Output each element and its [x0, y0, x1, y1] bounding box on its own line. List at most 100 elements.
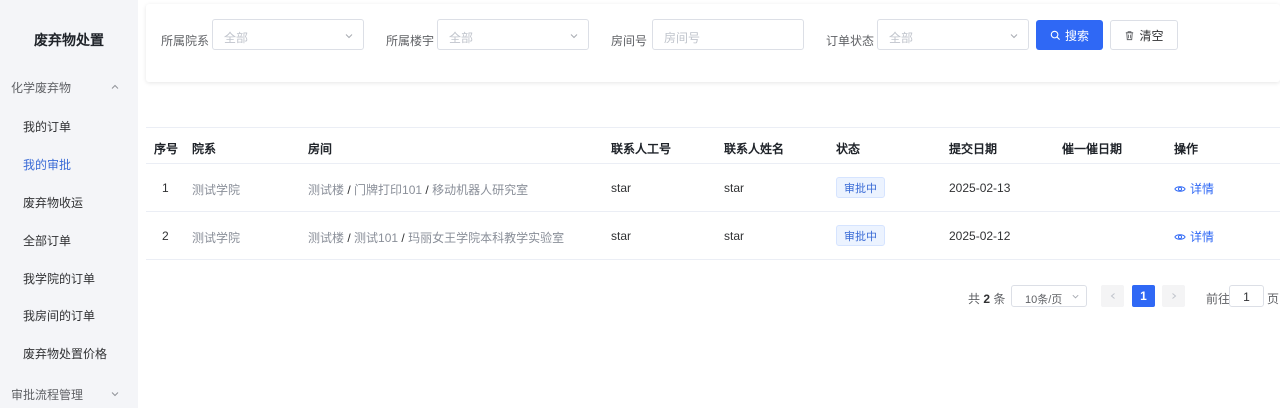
sidebar-item-label: 全部订单 — [23, 233, 72, 248]
room-building: 测试楼 — [308, 183, 345, 197]
chevron-up-icon — [111, 84, 119, 89]
chevron-down-icon — [1010, 34, 1018, 39]
sidebar-item-all-orders[interactable]: 全部订单 — [0, 228, 138, 252]
goto-suffix: 页 — [1267, 292, 1280, 306]
sidebar-title: 废弃物处置 — [34, 32, 104, 48]
pagination-total: 共 2 条 — [968, 290, 1005, 307]
column-header: 院系 — [192, 142, 217, 156]
sidebar-item-my-approvals[interactable]: 我的审批 — [0, 152, 138, 176]
sidebar-item-label: 废弃物处置价格 — [23, 346, 108, 361]
table-row: 1 测试学院 测试楼 / 门牌打印101 / 移动机器人研究室 star sta… — [146, 164, 1280, 212]
column-header: 序号 — [154, 142, 179, 156]
row-index: 2 — [162, 229, 169, 243]
sidebar-item-label: 废弃物收运 — [23, 195, 84, 210]
status-label: 订单状态 — [826, 34, 875, 48]
clear-button[interactable]: 清空 — [1110, 20, 1178, 50]
room-separator: / — [401, 231, 405, 245]
column-header: 提交日期 — [949, 142, 998, 156]
column-header: 联系人姓名 — [724, 142, 785, 156]
room-label: 房间号 — [611, 34, 648, 48]
room-name: 移动机器人研究室 — [432, 183, 529, 197]
sidebar-item-room-orders[interactable]: 我房间的订单 — [0, 303, 138, 327]
status-select[interactable]: 全部 — [877, 19, 1029, 50]
row-room: 测试楼 / 测试101 / 玛丽女王学院本科教学实验室 — [308, 229, 564, 246]
row-submit-date: 2025-02-12 — [949, 229, 1011, 243]
eye-icon — [1174, 233, 1186, 240]
column-header: 状态 — [836, 142, 861, 156]
sidebar-item-college-orders[interactable]: 我学院的订单 — [0, 266, 138, 290]
clear-button-label: 清空 — [1139, 28, 1164, 43]
row-index: 1 — [162, 181, 169, 195]
row-contact-name: star — [724, 181, 745, 195]
row-contact-name: star — [724, 229, 745, 243]
room-input[interactable]: 房间号 — [652, 19, 804, 50]
filter-card: 所属院系 全部 所属楼宇 全部 房间号 房间号 订单状态 全部 搜索 清空 — [146, 4, 1280, 82]
menu-group-label: 审批流程管理 — [11, 387, 84, 402]
detail-link-label: 详情 — [1190, 182, 1215, 196]
goto-page-input[interactable]: 1 — [1229, 285, 1264, 307]
sidebar-item-label: 我的审批 — [23, 157, 72, 172]
page-number-current[interactable]: 1 — [1132, 285, 1155, 307]
room-separator: / — [347, 183, 351, 197]
search-button-label: 搜索 — [1064, 28, 1089, 43]
chevron-down-icon — [111, 392, 119, 397]
room-floor: 门牌打印101 — [354, 183, 423, 197]
room-name: 玛丽女王学院本科教学实验室 — [408, 231, 565, 245]
detail-link[interactable]: 详情 — [1174, 228, 1214, 245]
chevron-left-icon — [1110, 293, 1115, 299]
row-submit-date: 2025-02-13 — [949, 181, 1011, 195]
page-size-value: 10条/页 — [1025, 294, 1063, 306]
sidebar-item-waste-collection[interactable]: 废弃物收运 — [0, 190, 138, 214]
row-department: 测试学院 — [192, 231, 241, 245]
total-count: 2 — [983, 292, 991, 306]
room-separator: / — [347, 231, 351, 245]
eye-icon — [1174, 185, 1186, 192]
chevron-right-icon — [1171, 293, 1176, 299]
goto-label: 前往 — [1206, 292, 1231, 306]
table-header: 序号 院系 房间 联系人工号 联系人姓名 状态 提交日期 催一催日期 操作 — [146, 127, 1280, 164]
page-size-select[interactable]: 10条/页 — [1011, 285, 1087, 307]
status-badge: 审批中 — [836, 177, 885, 198]
detail-link[interactable]: 详情 — [1174, 180, 1214, 197]
menu-group-label: 化学废弃物 — [11, 80, 72, 95]
menu-group-approval-flow[interactable]: 审批流程管理 — [0, 382, 138, 406]
column-header: 房间 — [308, 142, 333, 156]
table-row: 2 测试学院 测试楼 / 测试101 / 玛丽女王学院本科教学实验室 star … — [146, 212, 1280, 260]
status-badge: 审批中 — [836, 225, 885, 246]
sidebar-item-my-orders[interactable]: 我的订单 — [0, 114, 138, 138]
total-prefix: 共 — [968, 292, 981, 306]
chevron-down-icon — [570, 34, 578, 39]
column-header: 操作 — [1174, 142, 1199, 156]
search-button[interactable]: 搜索 — [1036, 20, 1103, 50]
main-content: 所属院系 全部 所属楼宇 全部 房间号 房间号 订单状态 全部 搜索 清空 序号… — [138, 0, 1280, 408]
building-select[interactable]: 全部 — [437, 19, 589, 50]
department-placeholder: 全部 — [224, 31, 249, 45]
building-label: 所属楼宇 — [386, 34, 435, 48]
sidebar: 废弃物处置 化学废弃物 我的订单 我的审批 废弃物收运 全部订单 我学院的订单 … — [0, 0, 138, 408]
detail-link-label: 详情 — [1190, 230, 1215, 244]
menu-group-chemical-waste[interactable]: 化学废弃物 — [0, 75, 138, 99]
column-header: 催一催日期 — [1062, 142, 1123, 156]
department-label: 所属院系 — [161, 34, 210, 48]
sidebar-item-label: 我的订单 — [23, 119, 72, 134]
row-room: 测试楼 / 门牌打印101 / 移动机器人研究室 — [308, 181, 528, 198]
row-contact-id: star — [611, 229, 632, 243]
status-placeholder: 全部 — [889, 31, 914, 45]
sidebar-item-label: 我学院的订单 — [23, 271, 96, 286]
search-icon — [1050, 30, 1060, 40]
department-select[interactable]: 全部 — [212, 19, 364, 50]
building-placeholder: 全部 — [449, 31, 474, 45]
row-contact-id: star — [611, 181, 632, 195]
row-department: 测试学院 — [192, 183, 241, 197]
sidebar-item-label: 我房间的订单 — [23, 308, 96, 323]
prev-page-button[interactable] — [1101, 285, 1124, 307]
room-building: 测试楼 — [308, 231, 345, 245]
trash-icon — [1126, 30, 1134, 40]
sidebar-item-disposal-price[interactable]: 废弃物处置价格 — [0, 341, 138, 365]
total-suffix: 条 — [993, 292, 1006, 306]
room-separator: / — [425, 183, 429, 197]
chevron-down-icon — [1072, 294, 1079, 299]
room-floor: 测试101 — [354, 231, 399, 245]
next-page-button[interactable] — [1162, 285, 1185, 307]
chevron-down-icon — [345, 34, 353, 39]
